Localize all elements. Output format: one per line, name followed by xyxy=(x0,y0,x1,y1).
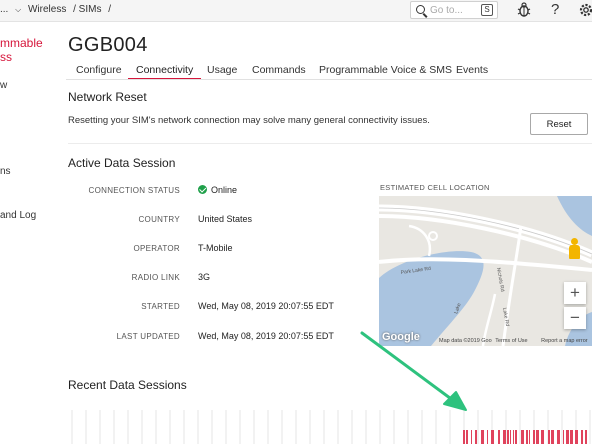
session-bar[interactable] xyxy=(548,430,550,444)
field-label: CONNECTION STATUS xyxy=(88,186,180,195)
check-circle-icon xyxy=(198,185,207,194)
bug-icon[interactable] xyxy=(517,2,531,21)
tab-divider xyxy=(66,79,592,80)
session-bar[interactable] xyxy=(466,430,468,444)
session-bar[interactable] xyxy=(513,430,514,444)
session-bar[interactable] xyxy=(575,430,578,444)
section-divider xyxy=(68,143,592,144)
breadcrumb: ... ⌵ Wireless / SIMs / xyxy=(0,4,115,15)
sidebar-item-plans[interactable]: ns xyxy=(0,166,11,177)
session-bar[interactable] xyxy=(487,430,488,444)
session-bar[interactable] xyxy=(471,430,472,444)
field-label: COUNTRY xyxy=(138,215,180,224)
session-bar[interactable] xyxy=(536,430,539,444)
sidebar-product-title[interactable]: mmable ss xyxy=(0,36,43,64)
session-bar[interactable] xyxy=(557,430,560,444)
session-bar[interactable] xyxy=(481,430,484,444)
field-value: United States xyxy=(198,214,253,224)
field-label: LAST UPDATED xyxy=(116,332,180,341)
sidebar: mmable ss w ns and Log xyxy=(0,22,56,444)
session-bar[interactable] xyxy=(526,430,528,444)
gear-icon[interactable] xyxy=(578,2,592,21)
map-zoom-in-button[interactable]: + xyxy=(564,282,586,304)
session-bar[interactable] xyxy=(475,430,477,444)
map-tiles: Park Lake Rd Nichols Rd Lake Rd Lake xyxy=(379,196,592,346)
chevron-down-icon[interactable]: ⌵ xyxy=(15,5,21,14)
tab-commands[interactable]: Commands xyxy=(252,64,306,80)
session-bar[interactable] xyxy=(463,430,465,444)
top-bar: ... ⌵ Wireless / SIMs / Go to... S ? xyxy=(0,0,592,22)
cell-location-map[interactable]: Park Lake Rd Nichols Rd Lake Rd Lake + −… xyxy=(379,196,592,346)
session-bar[interactable] xyxy=(581,430,583,444)
field-value: Wed, May 08, 2019 20:07:55 EDT xyxy=(198,301,334,311)
session-bar[interactable] xyxy=(566,430,569,444)
page-title: GGB004 xyxy=(68,34,148,56)
breadcrumb-separator: / xyxy=(108,4,112,15)
session-bar[interactable] xyxy=(498,430,500,444)
map-heading: ESTIMATED CELL LOCATION xyxy=(380,183,490,192)
tab-events[interactable]: Events xyxy=(456,64,488,80)
session-bar[interactable] xyxy=(551,430,554,444)
help-icon[interactable]: ? xyxy=(551,2,559,18)
search-icon xyxy=(416,5,425,14)
google-logo: Google xyxy=(382,331,420,343)
session-bar[interactable] xyxy=(491,430,494,444)
session-bar[interactable] xyxy=(533,430,535,444)
map-attribution: Map data ©2019 Goo Terms of Use Report a… xyxy=(439,338,588,344)
goto-search[interactable]: Go to... S xyxy=(410,1,498,19)
session-bar[interactable] xyxy=(515,430,517,444)
field-label: STARTED xyxy=(141,302,180,311)
field-value: Online xyxy=(198,185,237,195)
recent-sessions-heading: Recent Data Sessions xyxy=(68,378,187,392)
search-placeholder: Go to... xyxy=(430,5,463,16)
session-bar[interactable] xyxy=(507,430,509,444)
tab-usage[interactable]: Usage xyxy=(207,64,237,80)
street-view-pegman-icon[interactable] xyxy=(568,238,580,260)
reset-button[interactable]: Reset xyxy=(530,113,588,135)
field-value: Wed, May 08, 2019 20:07:55 EDT xyxy=(198,331,334,341)
session-bar[interactable] xyxy=(510,430,511,444)
map-report-error-link[interactable]: Report a map error xyxy=(541,338,587,344)
field-label: OPERATOR xyxy=(133,244,180,253)
session-bar[interactable] xyxy=(563,430,564,444)
network-reset-description: Resetting your SIM's network connection … xyxy=(68,115,430,126)
tab-configure[interactable]: Configure xyxy=(76,64,122,80)
tab-programmable-voice-sms[interactable]: Programmable Voice & SMS xyxy=(319,64,452,80)
breadcrumb-wireless[interactable]: Wireless xyxy=(28,4,66,15)
tab-connectivity[interactable]: Connectivity xyxy=(127,64,202,80)
session-bar[interactable] xyxy=(529,430,530,444)
field-label: RADIO LINK xyxy=(131,273,180,282)
keyboard-shortcut-badge: S xyxy=(481,4,493,16)
network-reset-heading: Network Reset xyxy=(68,90,147,104)
session-bar[interactable] xyxy=(503,430,506,444)
field-value: T-Mobile xyxy=(198,243,233,253)
session-bar[interactable] xyxy=(570,430,573,444)
active-session-heading: Active Data Session xyxy=(68,156,176,170)
map-zoom-out-button[interactable]: − xyxy=(564,307,586,329)
breadcrumb-sims[interactable]: / SIMs xyxy=(73,4,101,15)
sidebar-item-overview[interactable]: w xyxy=(0,80,7,91)
recent-sessions-timeline[interactable] xyxy=(68,408,592,444)
session-bar[interactable] xyxy=(541,430,544,444)
session-bar[interactable] xyxy=(585,430,587,444)
map-terms-link[interactable]: Terms of Use xyxy=(495,338,527,344)
breadcrumb-ellipsis[interactable]: ... xyxy=(0,4,8,15)
session-bar[interactable] xyxy=(521,430,524,444)
field-value: 3G xyxy=(198,272,211,282)
